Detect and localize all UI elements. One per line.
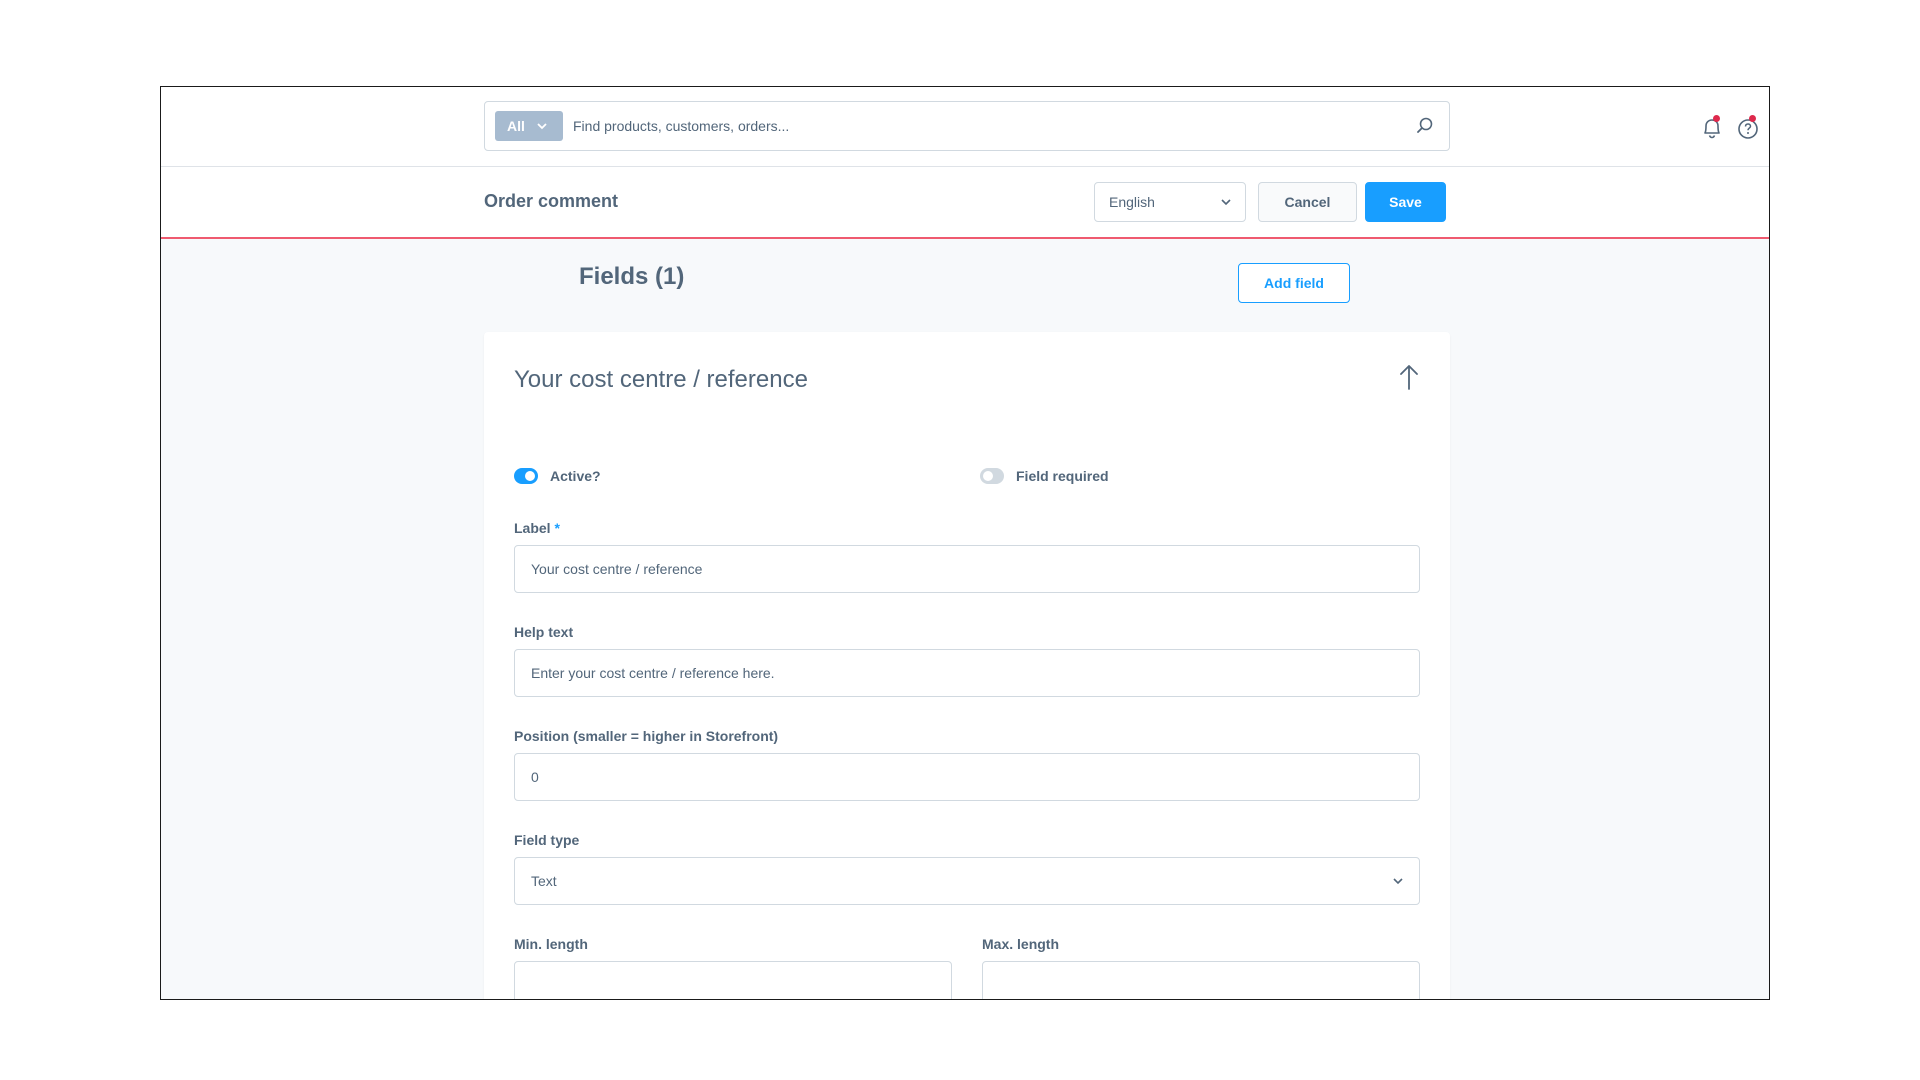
chevron-down-icon bbox=[1221, 199, 1231, 206]
position-input[interactable] bbox=[514, 753, 1420, 801]
field-required-toggle[interactable] bbox=[980, 468, 1004, 484]
arrow-up-icon[interactable] bbox=[1398, 362, 1420, 392]
field-card-title: Your cost centre / reference bbox=[514, 366, 808, 393]
cancel-button[interactable]: Cancel bbox=[1258, 182, 1357, 222]
required-marker: * bbox=[554, 520, 560, 536]
chevron-down-icon bbox=[1393, 878, 1403, 885]
active-toggle[interactable] bbox=[514, 468, 538, 484]
help-badge-icon bbox=[1749, 115, 1756, 122]
position-label: Position (smaller = higher in Storefront… bbox=[514, 728, 779, 744]
global-search: All bbox=[484, 101, 1450, 151]
help-text-label: Help text bbox=[514, 624, 574, 640]
add-field-button[interactable]: Add field bbox=[1238, 263, 1350, 303]
label-field-label: Label * bbox=[514, 520, 560, 536]
label-input[interactable] bbox=[514, 545, 1420, 593]
top-bar: All bbox=[161, 87, 1769, 167]
smart-bar: Order comment English Cancel Save bbox=[161, 167, 1769, 239]
active-toggle-label: Active? bbox=[550, 468, 601, 484]
field-type-label: Field type bbox=[514, 832, 580, 848]
bell-icon[interactable] bbox=[1699, 115, 1725, 141]
language-select-value: English bbox=[1109, 194, 1155, 210]
page-title: Order comment bbox=[484, 191, 619, 211]
field-type-value: Text bbox=[531, 873, 557, 889]
language-select[interactable]: English bbox=[1094, 182, 1246, 222]
save-button[interactable]: Save bbox=[1365, 182, 1446, 222]
help-icon[interactable] bbox=[1735, 115, 1761, 141]
field-card: Your cost centre / reference Active? Fie… bbox=[484, 332, 1450, 999]
search-icon[interactable] bbox=[1415, 116, 1435, 136]
field-type-select[interactable]: Text bbox=[514, 857, 1420, 905]
fields-heading: Fields (1) bbox=[579, 263, 685, 290]
required-toggle-row: Field required bbox=[980, 468, 1109, 484]
chevron-down-icon bbox=[537, 123, 547, 130]
max-length-input[interactable] bbox=[982, 961, 1420, 999]
app-window: All Order comment English Cancel bbox=[160, 86, 1770, 1000]
min-length-input[interactable] bbox=[514, 961, 952, 999]
help-text-input[interactable] bbox=[514, 649, 1420, 697]
min-length-label: Min. length bbox=[514, 936, 588, 952]
active-toggle-row: Active? bbox=[514, 468, 601, 484]
search-input[interactable] bbox=[573, 102, 1393, 150]
notification-badge-icon bbox=[1713, 115, 1720, 122]
search-type-dropdown[interactable]: All bbox=[495, 111, 563, 141]
field-required-label: Field required bbox=[1016, 468, 1109, 484]
max-length-label: Max. length bbox=[982, 936, 1060, 952]
search-type-label: All bbox=[507, 118, 525, 134]
